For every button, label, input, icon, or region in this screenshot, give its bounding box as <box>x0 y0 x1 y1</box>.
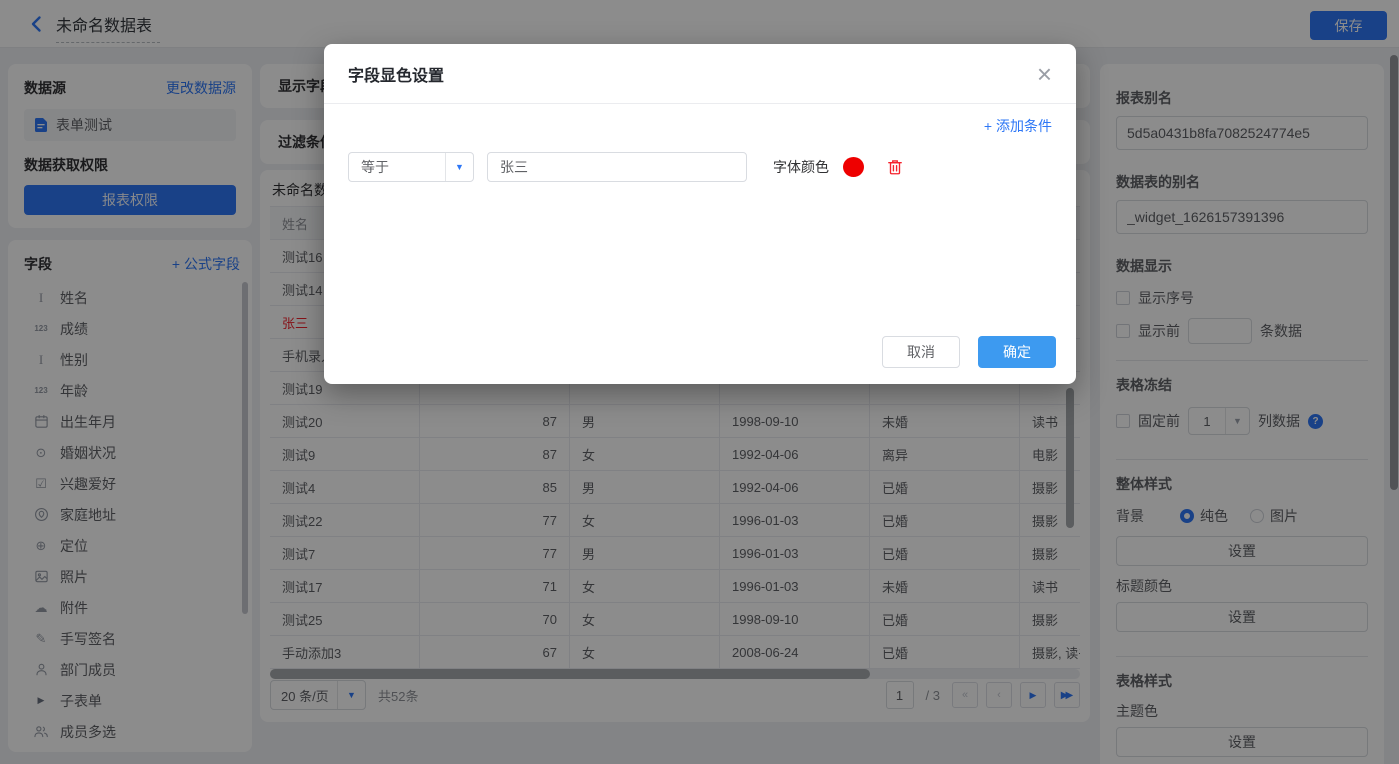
modal-title: 字段显色设置 <box>348 62 444 86</box>
cancel-button[interactable]: 取消 <box>882 336 960 368</box>
color-swatch[interactable] <box>843 157 864 177</box>
font-color-label: 字体颜色 <box>773 157 829 177</box>
chevron-down-icon: ▼ <box>445 153 473 181</box>
add-condition-link[interactable]: + 添加条件 <box>984 118 1052 134</box>
trash-icon[interactable] <box>886 158 904 176</box>
condition-value-input[interactable] <box>487 152 747 182</box>
condition-row: 等于 ▼ 字体颜色 <box>348 152 1052 182</box>
operator-value: 等于 <box>349 157 445 177</box>
field-color-modal: 字段显色设置 × + 添加条件 等于 ▼ 字体颜色 <box>324 44 1076 384</box>
operator-select[interactable]: 等于 ▼ <box>348 152 474 182</box>
close-icon[interactable]: × <box>1037 61 1052 87</box>
confirm-button[interactable]: 确定 <box>978 336 1056 368</box>
